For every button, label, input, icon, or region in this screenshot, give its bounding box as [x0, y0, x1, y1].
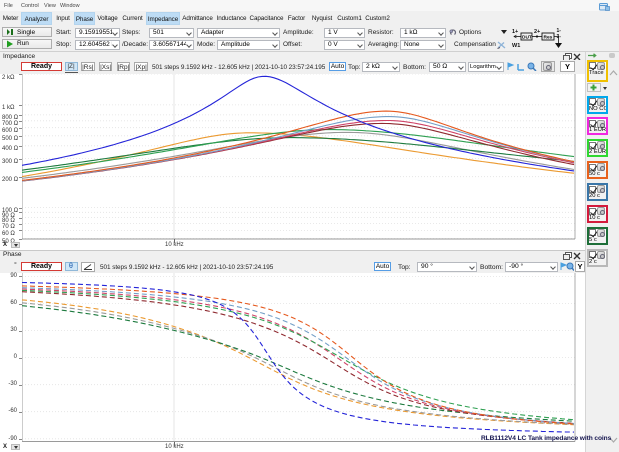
svg-text:DUT: DUT	[522, 35, 532, 41]
svg-text:W1: W1	[512, 43, 520, 49]
svg-text:Res: Res	[544, 35, 553, 41]
svg-text:2+: 2+	[534, 29, 540, 35]
svg-text:1+: 1+	[512, 29, 518, 35]
